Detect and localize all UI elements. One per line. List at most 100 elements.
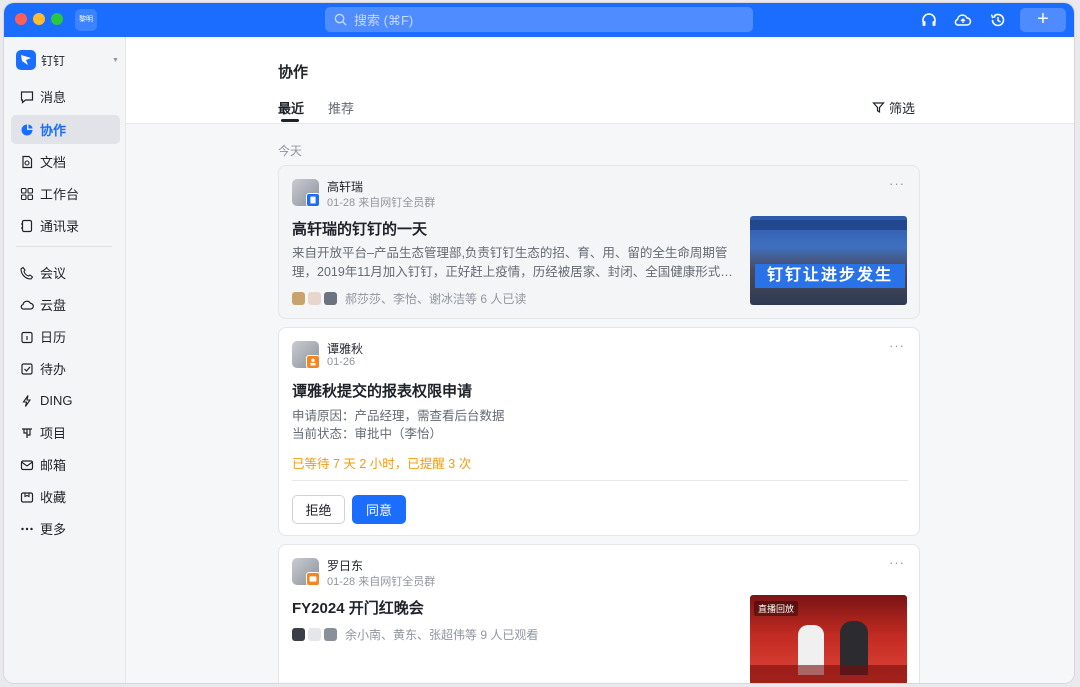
todo-check-icon [21, 362, 33, 375]
card-meta: 01-28 来自网钉全员群 [327, 197, 436, 209]
sidebar-item-more[interactable]: 更多 [11, 514, 120, 543]
card-title: 高轩瑞的钉钉的一天 [292, 221, 428, 238]
replay-tag: 直播回放 [754, 601, 799, 616]
reader-avatar [308, 292, 321, 305]
approve-button[interactable]: 同意 [352, 495, 406, 524]
org-switcher[interactable]: 钉钉 [16, 50, 65, 70]
message-icon [20, 90, 34, 104]
sidebar-item-label: 消息 [40, 90, 67, 105]
approval-badge-icon [306, 355, 320, 369]
card-title: FY2024 开门红晚会 [292, 600, 424, 617]
maximize-window-button[interactable] [51, 13, 63, 25]
history-icon[interactable] [989, 11, 1007, 29]
sidebar-item-label: 待办 [40, 362, 67, 377]
sidebar-item-label: 项目 [40, 426, 67, 441]
filter-button[interactable]: 筛选 [872, 98, 915, 117]
headset-icon[interactable] [920, 11, 938, 29]
sidebar-item-label: 更多 [40, 522, 67, 537]
sidebar-item-contacts[interactable]: 通讯录 [11, 211, 120, 240]
more-options-icon[interactable]: ··· [889, 176, 905, 191]
sidebar-item-label: 工作台 [40, 187, 80, 202]
sidebar-item-calendar[interactable]: 日历 [11, 322, 120, 351]
active-tab-indicator [281, 119, 299, 122]
viewer-avatar [308, 628, 321, 641]
mail-icon [20, 459, 34, 470]
thumbnail-banner: 钉钉让进步发生 [755, 264, 905, 288]
author-name: 罗日东 [327, 559, 364, 573]
waiting-warning: 已等待 7 天 2 小时，已提醒 3 次 [292, 457, 472, 471]
project-icon [22, 427, 32, 438]
org-name: 钉钉 [41, 53, 66, 68]
document-icon [22, 155, 33, 168]
sidebar-item-label: 收藏 [40, 490, 67, 505]
filter-label: 筛选 [889, 101, 916, 116]
close-window-button[interactable] [15, 13, 27, 25]
chevron-down-icon[interactable]: ▼ [112, 57, 119, 64]
sidebar-item-mail[interactable]: 邮箱 [11, 450, 120, 479]
tab-recent[interactable]: 最近 [278, 98, 304, 117]
reader-avatar [324, 292, 337, 305]
card-thumbnail[interactable]: 钉钉让进步发生 [750, 216, 907, 305]
apps-grid-icon [20, 187, 34, 200]
sidebar: 钉钉 ▼ 消息 协作 文档 工作台 通讯录 会议 云盘 日历 待办 DING 项… [4, 37, 126, 683]
live-badge-icon [306, 572, 320, 586]
sidebar-item-label: DING [40, 393, 73, 408]
viewer-avatar [292, 628, 305, 641]
tab-recommended[interactable]: 推荐 [328, 98, 354, 117]
app-window: 黎明 搜索 (⌘F) + 钉钉 ▼ 消息 协作 文档 工作台 通讯录 会议 云盘… [4, 3, 1074, 683]
card-description-line: 理，2019年11月加入钉钉，正好赶上疫情，历经被居家、封闭、全国健康形式… [292, 265, 733, 279]
sidebar-item-docs[interactable]: 文档 [11, 147, 120, 176]
create-button-label: + [1037, 8, 1049, 30]
sidebar-item-todo[interactable]: 待办 [11, 354, 120, 383]
readers-row: 郝莎莎、李怡、谢冰洁等 6 人已读 [292, 290, 526, 307]
feed-card[interactable]: 罗日东 01-28 来自网钉全员群 ··· FY2024 开门红晚会 余小南、黄… [278, 544, 920, 683]
lightning-icon [22, 394, 32, 407]
approval-card[interactable]: 谭雅秋 01-26 ··· 谭雅秋提交的报表权限申请 申请原因：产品经理，需查看… [278, 327, 920, 536]
reader-avatar [292, 292, 305, 305]
user-avatar-label: 黎明 [79, 16, 93, 23]
search-input[interactable]: 搜索 (⌘F) [325, 7, 753, 32]
filter-icon [872, 102, 885, 114]
card-title: 谭雅秋提交的报表权限申请 [292, 383, 473, 400]
page-header: 协作 最近 推荐 筛选 [126, 37, 1074, 124]
author-name: 谭雅秋 [327, 342, 364, 356]
card-description-line: 来自开放平台–产品生态管理部,负责钉钉生态的招、育、用、留的全生命周期管 [292, 246, 728, 260]
create-button[interactable]: + [1020, 8, 1066, 32]
search-placeholder: 搜索 (⌘F) [354, 13, 414, 28]
feed-card[interactable]: 高轩瑞 01-28 来自网钉全员群 ··· 高轩瑞的钉钉的一天 来自开放平台–产… [278, 165, 920, 319]
reject-button[interactable]: 拒绝 [292, 495, 345, 524]
viewers-text: 余小南、黄东、张超伟等 9 人已观看 [345, 628, 539, 642]
sidebar-item-label: 文档 [40, 155, 67, 170]
dingtalk-logo-icon [16, 50, 36, 70]
user-avatar[interactable]: 黎明 [75, 9, 97, 31]
sidebar-item-ding[interactable]: DING [11, 386, 120, 415]
card-divider [292, 480, 908, 481]
phone-icon [20, 266, 34, 280]
calendar-icon [21, 331, 33, 343]
more-options-icon[interactable]: ··· [889, 555, 905, 570]
readers-text: 郝莎莎、李怡、谢冰洁等 6 人已读 [345, 292, 527, 306]
doc-badge-icon [306, 193, 320, 207]
more-options-icon[interactable]: ··· [889, 338, 905, 353]
request-reason: 申请原因：产品经理，需查看后台数据 [292, 409, 505, 423]
sidebar-item-messages[interactable]: 消息 [11, 82, 120, 111]
main-content: 协作 最近 推荐 筛选 今天 高轩瑞 01-28 来自网钉全员群 ··· 高轩瑞… [126, 37, 1074, 683]
sidebar-item-projects[interactable]: 项目 [11, 418, 120, 447]
request-status: 当前状态：审批中（李怡） [292, 427, 443, 441]
sidebar-item-label: 通讯录 [40, 219, 80, 234]
viewers-row: 余小南、黄东、张超伟等 9 人已观看 [292, 626, 538, 643]
card-meta: 01-28 来自网钉全员群 [327, 576, 436, 588]
cloud-sync-icon[interactable] [954, 11, 972, 29]
video-thumbnail[interactable]: 直播回放 [750, 595, 907, 683]
minimize-window-button[interactable] [33, 13, 45, 25]
sidebar-item-favorites[interactable]: 收藏 [11, 482, 120, 511]
sidebar-item-label: 协作 [40, 123, 67, 138]
sidebar-item-meetings[interactable]: 会议 [11, 258, 120, 287]
sidebar-item-collaboration[interactable]: 协作 [11, 115, 120, 144]
sidebar-item-workbench[interactable]: 工作台 [11, 179, 120, 208]
sidebar-item-label: 邮箱 [40, 458, 67, 473]
author-name: 高轩瑞 [327, 180, 364, 194]
sidebar-item-drive[interactable]: 云盘 [11, 290, 120, 319]
page-title: 协作 [278, 64, 309, 81]
sidebar-item-label: 日历 [40, 330, 67, 345]
